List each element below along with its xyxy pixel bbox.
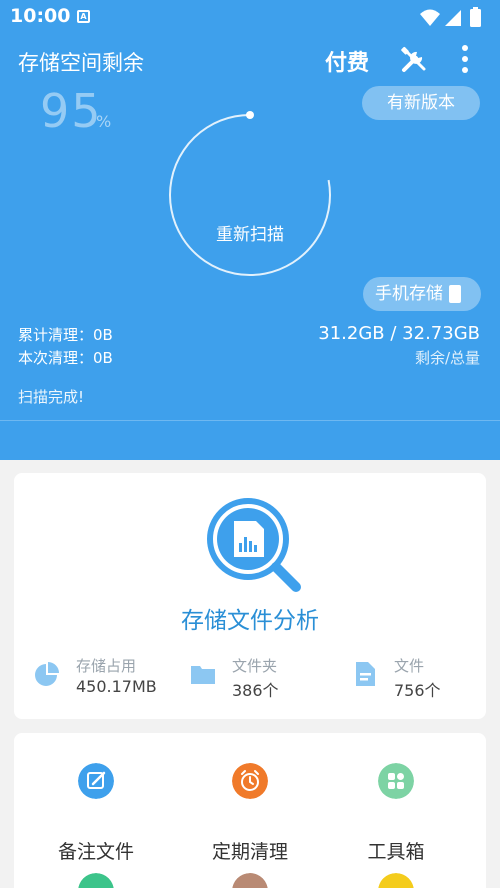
tools-icon[interactable] [400, 46, 428, 74]
document-icon [356, 662, 375, 686]
new-version-label: 有新版本 [387, 93, 455, 113]
cumulative-cleaned: 累计清理：0B [18, 326, 113, 344]
current-cleaned: 本次清理：0B [18, 349, 113, 367]
tools-card: 备注文件 定期清理 工具箱 [14, 733, 486, 888]
new-version-button[interactable]: 有新版本 [362, 86, 480, 120]
divider [0, 420, 500, 421]
storage-percent: 95 [40, 84, 103, 138]
status-bar: 10:00 A [0, 0, 500, 34]
scan-status: 扫描完成! [18, 388, 85, 406]
folder-icon [191, 666, 215, 684]
page-title: 存储空间剩余 [18, 51, 144, 75]
storage-capacity: 31.2GB / 32.73GB [318, 323, 480, 344]
tool-label: 工具箱 [367, 841, 425, 863]
storage-analysis-card[interactable]: 存储文件分析 存储占用 450.17MB 文件夹 386个 文件 756个 [14, 473, 486, 719]
note-edit-icon [78, 763, 114, 799]
signal-battery-icon [420, 7, 481, 27]
storage-percent-sign: % [96, 112, 112, 131]
scan-gauge[interactable] [165, 110, 335, 280]
info-label: 文件 [394, 657, 425, 675]
phone-storage-button[interactable]: 手机存储 [363, 277, 481, 311]
info-value: 386个 [232, 681, 279, 700]
phone-icon [449, 285, 461, 303]
info-label: 存储占用 [76, 657, 137, 675]
yellow-tool-icon [378, 873, 414, 888]
storage-header-panel: 10:00 A 存储空间剩余 付费 95 % 有新版本 重新扫描 手机存储 累计… [0, 0, 500, 460]
brown-tool-icon [232, 873, 268, 888]
status-time: 10:00 [10, 5, 71, 27]
tool-label: 定期清理 [211, 841, 288, 863]
info-label: 文件夹 [232, 657, 278, 675]
moon-icon [274, 150, 302, 182]
toolbox-icon [378, 763, 414, 799]
capacity-label: 剩余/总量 [414, 349, 480, 367]
notification-icon: A [77, 10, 90, 23]
alarm-clock-icon [232, 763, 268, 799]
gauge-progress-dot [246, 111, 254, 119]
rescan-button[interactable]: 重新扫描 [200, 220, 300, 245]
phone-storage-label: 手机存储 [375, 284, 443, 304]
pay-button[interactable]: 付费 [325, 45, 369, 77]
more-vertical-icon[interactable] [458, 44, 472, 74]
tool-label: 备注文件 [57, 841, 134, 863]
green-tool-icon [78, 873, 114, 888]
info-value: 756个 [394, 681, 441, 700]
pie-chart-icon [35, 662, 59, 686]
analysis-title: 存储文件分析 [181, 608, 319, 634]
magnifier-sd-card-icon [207, 498, 301, 592]
info-value: 450.17MB [76, 677, 157, 696]
